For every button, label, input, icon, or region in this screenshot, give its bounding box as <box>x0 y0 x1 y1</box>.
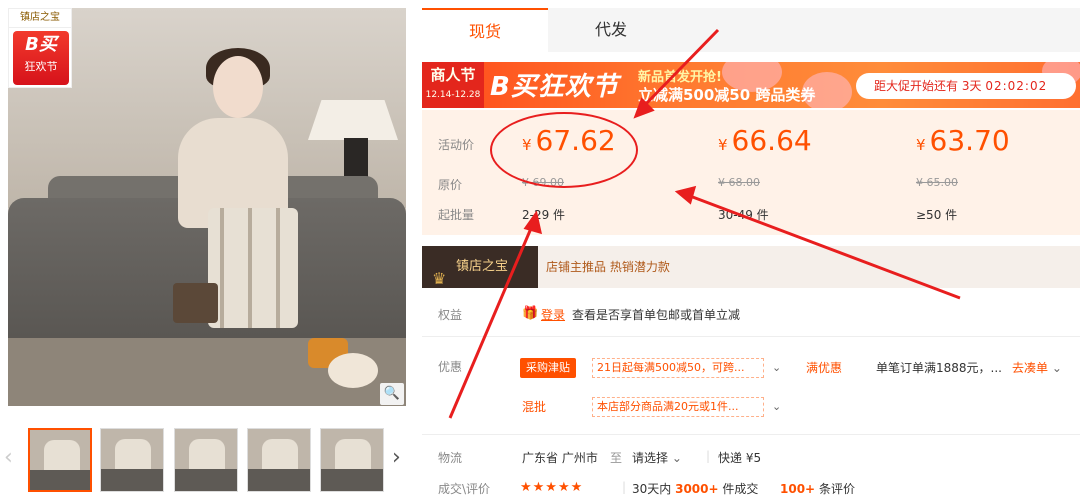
original-price-label: 原价 <box>438 178 463 192</box>
banner-title: B买狂欢节 <box>490 72 619 102</box>
badge-brand: 镇店之宝 <box>9 9 71 28</box>
login-link[interactable]: 登录 <box>541 306 565 323</box>
rights-text: 查看是否享首单包邮或首单立减 <box>572 308 741 322</box>
tier-moq: ≥50 件 <box>916 208 958 222</box>
purchase-subsidy-tag[interactable]: 采购津贴 <box>520 358 576 378</box>
image-model-skirt <box>208 208 298 328</box>
countdown-timer: 距大促开始还有 3天 02:02:02 <box>856 73 1076 99</box>
image-slipper <box>328 353 378 388</box>
banner-tag-dates: 12.14-12.28 <box>425 90 481 100</box>
crown-icon: ♛ <box>432 269 447 288</box>
separator: | <box>622 480 627 494</box>
stock-tabs: 现货 代发 <box>422 8 1080 52</box>
chevron-right-icon[interactable]: › <box>392 445 401 470</box>
countdown-prefix: 距大促开始还有 <box>874 79 959 93</box>
chevron-down-icon[interactable]: ⌄ <box>772 400 781 413</box>
price-label: 活动价 <box>438 138 475 152</box>
shop-badge-label: 镇店之宝 <box>456 259 509 274</box>
banner-promo-line2: 立减满500减50 跨品类券 <box>638 86 816 104</box>
banner-tag-title: 商人节 <box>430 66 476 84</box>
countdown-days: 3天 <box>961 79 982 93</box>
magnifier-icon[interactable]: 🔍 <box>380 383 404 405</box>
chevron-down-icon: ⌄ <box>1051 361 1062 375</box>
tier-original-price: ¥ 65.00 <box>916 176 958 189</box>
image-model-head <box>213 56 263 118</box>
logistics-label: 物流 <box>438 451 463 465</box>
badge-red-panel: B买 狂欢节 <box>13 31 69 85</box>
ship-from: 广东省 广州市 <box>522 451 598 465</box>
go-order-link[interactable]: 去凑单 ⌄ <box>1012 359 1062 376</box>
badge-line1: B买 <box>25 34 57 55</box>
coupon-chip[interactable]: 本店部分商品满20元或1件... <box>592 397 764 417</box>
thumbnail[interactable] <box>174 428 238 492</box>
badge-line2: 狂欢节 <box>24 60 58 73</box>
shop-strip-text: 店铺主推品 热销潜力款 <box>546 260 670 274</box>
coupon-chip[interactable]: 21日起每满500减50，可跨... <box>592 358 764 378</box>
promo-badge: 镇店之宝 B买 狂欢节 <box>8 8 72 88</box>
shop-highlight-strip: ♛ 镇店之宝 店铺主推品 热销潜力款 <box>422 246 1080 288</box>
tier-original-price: ¥ 68.00 <box>718 176 760 189</box>
star-rating: ★★★★★ <box>520 480 584 495</box>
chevron-down-icon: ⌄ <box>671 451 682 465</box>
divider <box>422 336 1080 337</box>
image-handbag <box>173 283 218 323</box>
annotation-circle <box>490 112 638 188</box>
destination-select[interactable]: 请选择 ⌄ <box>632 449 682 466</box>
tier-price: ¥66.64 <box>718 124 812 157</box>
chevron-down-icon[interactable]: ⌄ <box>772 361 781 374</box>
divider <box>422 434 1080 435</box>
thumbnail[interactable] <box>247 428 311 492</box>
shop-badge: ♛ 镇店之宝 <box>422 246 538 288</box>
thumbnail[interactable] <box>100 428 164 492</box>
rights-label: 权益 <box>438 308 463 322</box>
thumbnail[interactable] <box>28 428 92 492</box>
tier-price: ¥63.70 <box>916 124 1010 157</box>
offers-label: 优惠 <box>438 360 463 374</box>
gift-icon: 🎁 <box>522 306 539 321</box>
moq-label: 起批量 <box>438 208 475 222</box>
separator: | <box>706 449 711 463</box>
thumbnail[interactable] <box>320 428 384 492</box>
countdown-time: 02:02:02 <box>985 79 1048 93</box>
mixed-batch-label: 混批 <box>522 400 547 414</box>
banner-event-tag: 商人节 12.14-12.28 <box>422 62 484 108</box>
tab-spot-goods[interactable]: 现货 <box>422 8 548 52</box>
reviews-label: 成交\评价 <box>438 482 491 496</box>
full-discount-link[interactable]: 满优惠 <box>806 359 842 376</box>
chevron-left-icon[interactable]: ‹ <box>4 445 13 470</box>
image-lamp <box>308 100 398 140</box>
promo-banner[interactable]: 商人节 12.14-12.28 B买狂欢节 新品首发开抢! 立减满500减50 … <box>422 62 1080 108</box>
sold-count: 30天内 3000+ 件成交 <box>632 482 759 496</box>
tier-moq: 30-49 件 <box>718 208 769 222</box>
banner-promo-line1: 新品首发开抢! <box>638 70 722 85</box>
tab-dropship[interactable]: 代发 <box>548 8 674 52</box>
tier-moq: 2-29 件 <box>522 208 566 222</box>
express-fee: 快递 ¥5 <box>718 451 762 465</box>
order-discount-note: 单笔订单满1888元，... <box>876 361 1002 375</box>
review-count[interactable]: 100+ 条评价 <box>780 480 855 497</box>
ship-to-word: 至 <box>610 451 623 465</box>
